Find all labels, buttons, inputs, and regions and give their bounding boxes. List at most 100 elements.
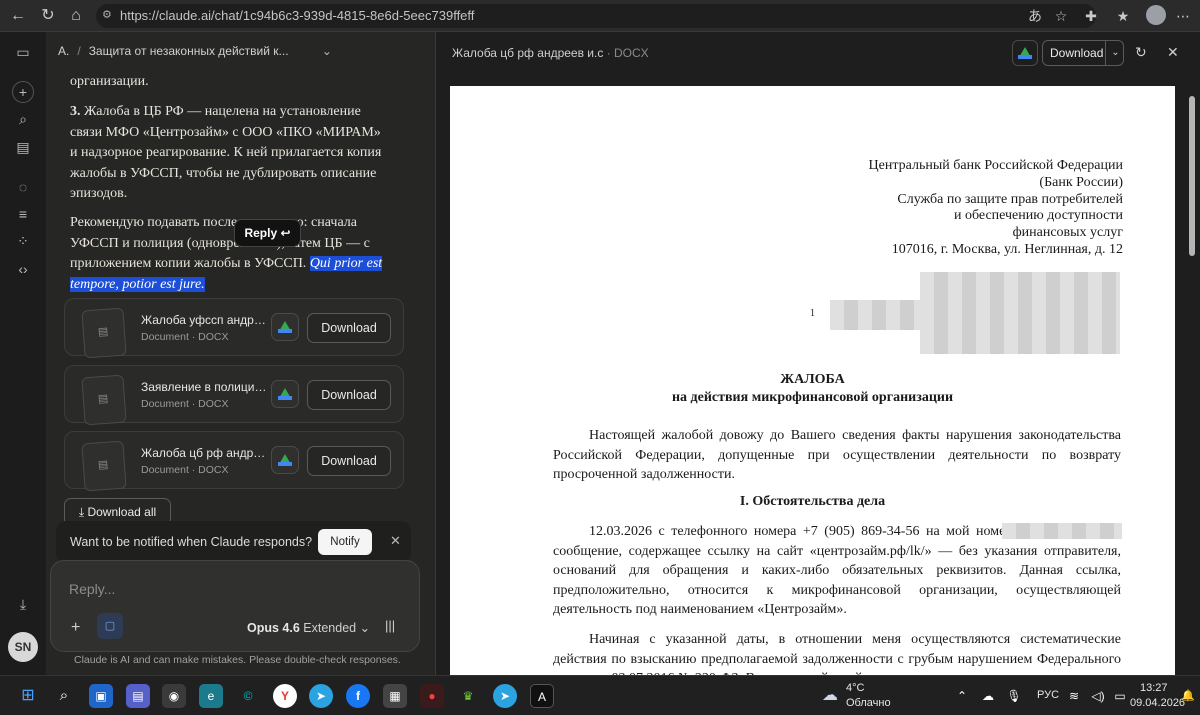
notifications-icon[interactable]: 🔔 <box>1176 684 1200 708</box>
download-button[interactable]: Download <box>307 313 391 343</box>
browser-toolbar: ← ↻ ⌂ ⚙ https://claude.ai/chat/1c94b6c3-… <box>0 0 1200 32</box>
microphone-icon[interactable]: 🎙 <box>1002 684 1026 708</box>
artifacts-icon[interactable]: ⁘ <box>13 231 33 251</box>
google-drive-icon <box>278 388 292 400</box>
google-drive-button[interactable] <box>1012 40 1038 66</box>
breadcrumb-title[interactable]: Защита от незаконных действий к... <box>89 44 289 58</box>
app-icon[interactable]: © <box>236 684 260 708</box>
wifi-icon[interactable]: ≋ <box>1062 684 1086 708</box>
weather-temp: 4°C <box>846 682 865 694</box>
google-drive-button[interactable] <box>271 446 299 474</box>
weather-icon: ☁ <box>822 687 838 704</box>
reply-input[interactable]: Reply... <box>69 581 115 597</box>
close-icon[interactable]: ✕ <box>390 533 401 549</box>
document-icon: ▤ <box>81 374 127 426</box>
point-number: 3. <box>70 104 81 119</box>
preview-scrollbar[interactable] <box>1188 88 1196 674</box>
facebook-icon[interactable]: f <box>346 684 370 708</box>
edge-browser-icon[interactable]: e <box>199 684 223 708</box>
app-icon[interactable]: ● <box>420 684 444 708</box>
download-icon[interactable]: ⤓ <box>13 594 33 614</box>
search-icon[interactable]: ⌕ <box>52 684 76 708</box>
code-icon[interactable]: ‹› <box>13 259 33 279</box>
project-icon[interactable]: ▢ <box>97 613 123 639</box>
url-text: https://claude.ai/chat/1c94b6c3-939d-481… <box>120 8 475 23</box>
favorites-icon[interactable]: ★ <box>1114 7 1132 25</box>
google-drive-button[interactable] <box>271 313 299 341</box>
app-icon[interactable]: ▤ <box>126 684 150 708</box>
reload-icon[interactable]: ↻ <box>38 6 58 26</box>
bookmark-star-icon[interactable]: ☆ <box>1052 7 1070 25</box>
chats-icon[interactable]: ◌ <box>13 177 33 197</box>
notify-button[interactable]: Notify <box>318 529 372 555</box>
weather-desc: Облачно <box>846 697 891 709</box>
google-drive-button[interactable] <box>271 380 299 408</box>
history-icon[interactable]: ≡ <box>13 204 33 224</box>
message-point-3: 3. Жалоба в ЦБ РФ — нацелена на установл… <box>70 102 390 205</box>
projects-icon[interactable]: ▤ <box>13 137 33 157</box>
left-rail: ▭ + ⌕ ▤ ◌ ≡ ⁘ ‹› ⤓ SN <box>0 32 46 675</box>
app-icon[interactable]: ♛ <box>456 684 480 708</box>
refresh-icon[interactable]: ↻ <box>1135 44 1147 61</box>
camera-icon[interactable]: ◉ <box>162 684 186 708</box>
document-viewport[interactable]: Центральный банк Российской Федерации (Б… <box>450 86 1175 675</box>
document-icon: ▤ <box>81 307 127 359</box>
chat-pane: А. / Защита от незаконных действий к... ⌄ … <box>46 32 435 675</box>
doc-section-1: I. Обстоятельства дела <box>739 494 886 509</box>
file-card[interactable]: ▤ Жалоба цб рф андреев и.с Document · DO… <box>64 431 404 492</box>
add-icon[interactable]: + <box>71 619 80 637</box>
clock-time[interactable]: 13:27 <box>1140 682 1168 694</box>
file-name: Жалоба цб рф андреев и.с <box>141 446 271 460</box>
message-cut-line: организации. <box>70 74 149 89</box>
breadcrumb: А. / Защита от незаконных действий к... ⌄ <box>58 44 332 58</box>
telegram-icon[interactable]: ➤ <box>309 684 333 708</box>
chevron-down-icon[interactable]: ⌄ <box>322 44 332 58</box>
app-icon[interactable]: ▣ <box>89 684 113 708</box>
preview-title: Жалоба цб рф андреев и.с · DOCX <box>452 46 649 60</box>
back-icon[interactable]: ← <box>8 6 28 26</box>
document-icon: ▤ <box>81 440 127 492</box>
app-icon[interactable]: ▦ <box>383 684 407 708</box>
sidebar-toggle-icon[interactable]: ▭ <box>13 42 33 62</box>
download-button[interactable]: Download <box>307 380 391 410</box>
battery-icon[interactable]: ▭ <box>1108 684 1132 708</box>
site-info-icon[interactable]: ⚙ <box>102 8 112 21</box>
user-avatar[interactable]: SN <box>8 632 38 662</box>
reply-popup-button[interactable]: Reply ↩ <box>234 219 301 247</box>
start-icon[interactable]: ⊞ <box>16 684 40 708</box>
volume-icon[interactable]: ◁) <box>1086 684 1110 708</box>
close-icon[interactable]: ✕ <box>1167 44 1179 61</box>
search-icon[interactable]: ⌕ <box>13 109 33 129</box>
home-icon[interactable]: ⌂ <box>66 6 86 26</box>
yandex-browser-icon[interactable]: Y <box>273 684 297 708</box>
download-button[interactable]: Download <box>307 446 391 476</box>
input-language[interactable]: РУС <box>1037 689 1059 701</box>
file-name: Жалоба уфссп андреев и.с <box>141 313 271 327</box>
new-chat-icon[interactable]: + <box>12 81 34 103</box>
telegram-icon[interactable]: ➤ <box>493 684 517 708</box>
voice-icon[interactable]: ||| <box>385 618 395 633</box>
preview-download-button[interactable]: Download ⌄ <box>1042 40 1124 66</box>
model-selector[interactable]: Opus 4.6 Extended ⌄ <box>247 620 370 635</box>
file-card[interactable]: ▤ Жалоба уфссп андреев и.с Document · DO… <box>64 298 404 359</box>
translate-icon[interactable]: あ <box>1026 7 1044 25</box>
doc-paragraph-2: Начиная с указанной даты, в отношении ме… <box>553 632 1121 675</box>
redacted-sender-block <box>830 300 920 330</box>
breadcrumb-project[interactable]: А. <box>58 44 69 58</box>
file-card[interactable]: ▤ Заявление в полицию андреев и.с Docume… <box>64 365 404 426</box>
redacted-phone <box>1002 523 1122 539</box>
extensions-icon[interactable]: ✚ <box>1082 7 1100 25</box>
chevron-down-icon[interactable]: ⌄ <box>1105 41 1125 65</box>
file-type: Document · DOCX <box>141 464 229 476</box>
menu-icon[interactable]: ⋯ <box>1174 7 1192 25</box>
cloud-icon[interactable]: ☁ <box>976 684 1000 708</box>
address-bar[interactable]: ⚙ https://claude.ai/chat/1c94b6c3-939d-4… <box>96 4 1096 28</box>
doc-heading: ЖАЛОБА <box>780 372 845 387</box>
redacted-sender-block <box>920 272 1120 354</box>
claude-app-icon[interactable]: A <box>530 684 554 708</box>
composer: Reply... + ▢ Opus 4.6 Extended ⌄ ||| <box>50 560 420 652</box>
profile-avatar[interactable] <box>1146 5 1166 25</box>
chevron-up-icon[interactable]: ⌃ <box>950 684 974 708</box>
doc-subheading: на действия микрофинансовой организации <box>671 390 954 405</box>
notify-text: Want to be notified when Claude responds… <box>70 535 313 549</box>
